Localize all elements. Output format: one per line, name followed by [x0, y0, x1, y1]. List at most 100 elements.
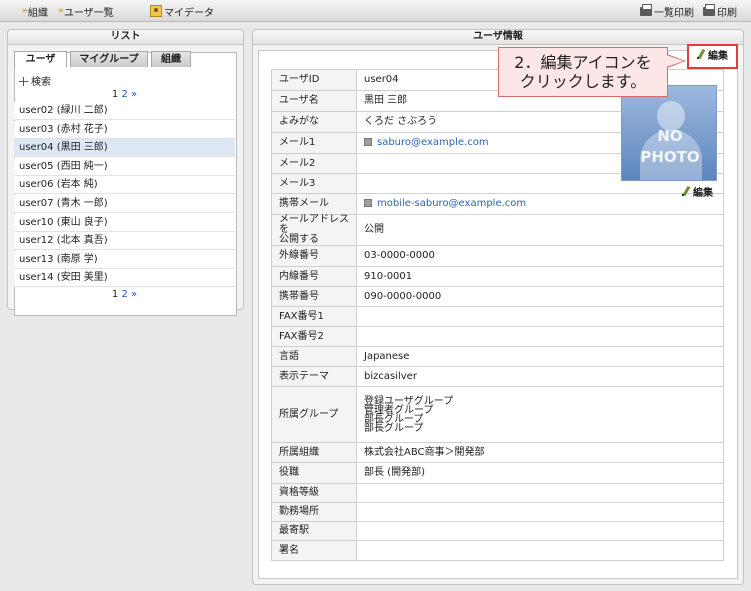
callout-pointer [666, 55, 684, 67]
user-card-icon [150, 5, 162, 17]
value-fax2 [356, 326, 724, 347]
list-item[interactable]: user14 (安田 美里) [14, 269, 235, 288]
pager-page-2[interactable]: 2 [121, 89, 127, 100]
tab-users[interactable]: ユーザ [14, 51, 67, 67]
mail-checkbox [364, 138, 372, 146]
value-fax1 [356, 306, 724, 327]
edit-button[interactable]: 編集 [687, 44, 738, 69]
value-publish-mail: 公開 [356, 214, 724, 246]
mobile-mail-link[interactable]: mobile-saburo@example.com [377, 198, 526, 209]
label-signature: 署名 [271, 540, 357, 561]
pencil-icon [682, 186, 691, 197]
value-groups: 登録ユーザグループ 管理者グループ 部長グループ 部長グループ [356, 386, 724, 443]
chevron-right-icon: » [58, 6, 64, 16]
label-workplace: 勤務場所 [271, 502, 357, 522]
label-ext-phone: 外線番号 [271, 245, 357, 267]
mail1-link[interactable]: saburo@example.com [377, 137, 489, 148]
list-item[interactable]: user07 (青木 一郎) [14, 195, 235, 213]
pager-next[interactable]: » [131, 89, 137, 100]
label-mobile-mail: 携帯メール [271, 193, 357, 215]
mydata-label: マイデータ [164, 7, 214, 19]
nophoto-line1: NO [657, 127, 683, 145]
print-list-label: 一覧印刷 [654, 7, 694, 19]
list-item[interactable]: user10 (東山 良子) [14, 213, 235, 232]
mydata-link[interactable]: マイデータ [150, 4, 214, 19]
label-publish-mail: メールアドレスを 公開する [271, 214, 357, 246]
photo-edit-label: 編集 [693, 188, 713, 199]
print-label: 印刷 [717, 7, 737, 19]
list-panel-title: リスト [8, 30, 243, 45]
value-signature [356, 540, 724, 561]
label-nearest-station: 最寄駅 [271, 521, 357, 541]
label-int-phone: 内線番号 [271, 266, 357, 287]
list-item[interactable]: user04 (黒田 三郎) [14, 139, 235, 158]
label-fax2: FAX番号2 [271, 326, 357, 347]
value-mobile-phone: 090-0000-0000 [356, 286, 724, 307]
value-language: Japanese [356, 346, 724, 367]
profile-photo-placeholder: NO PHOTO [621, 85, 717, 181]
label-org: 所属組織 [271, 442, 357, 463]
top-toolbar: » 組織 » ユーザ一覧 マイデータ 一覧印刷 印刷 [0, 0, 751, 22]
value-nearest-station [356, 521, 724, 541]
list-item[interactable]: user12 (北本 真吾) [14, 232, 235, 251]
group-item: 部長グループ [364, 422, 424, 434]
pager-current: 1 [111, 289, 119, 300]
breadcrumb-users-label: ユーザ一覧 [63, 7, 114, 19]
nophoto-line2: PHOTO [640, 148, 700, 166]
label-yomigana: よみがな [271, 111, 357, 133]
label-publish-mail-line1: メールアドレスを [279, 214, 349, 235]
printer-icon [703, 3, 715, 16]
print-button[interactable]: 印刷 [703, 3, 737, 19]
user-info-title: ユーザ情報 [253, 30, 743, 45]
value-theme: bizcasilver [356, 366, 724, 387]
search-link[interactable]: 検索 [19, 73, 51, 88]
pager-top: 1 2 » [14, 89, 235, 100]
value-org: 株式会社ABC商事＞開発部 [356, 442, 724, 463]
tab-my-groups[interactable]: マイグループ [70, 51, 148, 67]
pager-next[interactable]: » [131, 289, 137, 300]
label-fax1: FAX番号1 [271, 306, 357, 327]
photo-edit-button[interactable]: 編集 [682, 184, 713, 199]
list-item[interactable]: user13 (南原 学) [14, 250, 235, 269]
label-mail3: メール3 [271, 173, 357, 194]
pager-current: 1 [111, 89, 119, 100]
label-position: 役職 [271, 462, 357, 484]
label-publish-mail-line2: 公開する [279, 234, 319, 245]
instruction-callout: 2．編集アイコンを クリックします。 [498, 47, 668, 97]
chevron-right-icon: » [22, 6, 28, 16]
label-mobile-phone: 携帯番号 [271, 286, 357, 307]
value-workplace [356, 502, 724, 522]
list-item[interactable]: user02 (緑川 二郎) [14, 102, 235, 120]
print-list-button[interactable]: 一覧印刷 [640, 3, 694, 19]
value-mobile-mail: mobile-saburo@example.com [356, 193, 724, 215]
mail-checkbox [364, 199, 372, 207]
list-item[interactable]: user03 (赤村 花子) [14, 120, 235, 139]
label-qualification: 資格等級 [271, 483, 357, 503]
breadcrumb-org[interactable]: » 組織 [22, 4, 48, 19]
breadcrumb-users[interactable]: » ユーザ一覧 [58, 4, 114, 19]
value-qualification [356, 483, 724, 503]
label-groups: 所属グループ [271, 386, 357, 443]
label-mail1: メール1 [271, 132, 357, 154]
search-label: 検索 [31, 77, 51, 88]
tab-organization[interactable]: 組織 [151, 51, 191, 67]
printer-icon [640, 3, 652, 16]
list-tabs: ユーザ マイグループ 組織 [14, 51, 194, 67]
callout-line2: クリックします。 [519, 72, 647, 91]
label-mail2: メール2 [271, 153, 357, 174]
value-int-phone: 910-0001 [356, 266, 724, 287]
label-user-id: ユーザID [271, 69, 357, 91]
plus-icon [19, 77, 28, 86]
label-user-name: ユーザ名 [271, 90, 357, 112]
pager-page-2[interactable]: 2 [121, 289, 127, 300]
value-position: 部長 (開発部) [356, 462, 724, 484]
list-item[interactable]: user06 (岩本 純) [14, 176, 235, 195]
edit-label: 編集 [708, 51, 728, 62]
callout-line1: 2．編集アイコンを [514, 53, 652, 72]
list-item[interactable]: user05 (西田 純一) [14, 157, 235, 176]
label-theme: 表示テーマ [271, 366, 357, 387]
pager-bottom: 1 2 » [14, 289, 235, 300]
label-language: 言語 [271, 346, 357, 367]
value-ext-phone: 03-0000-0000 [356, 245, 724, 267]
pencil-icon [697, 49, 706, 60]
